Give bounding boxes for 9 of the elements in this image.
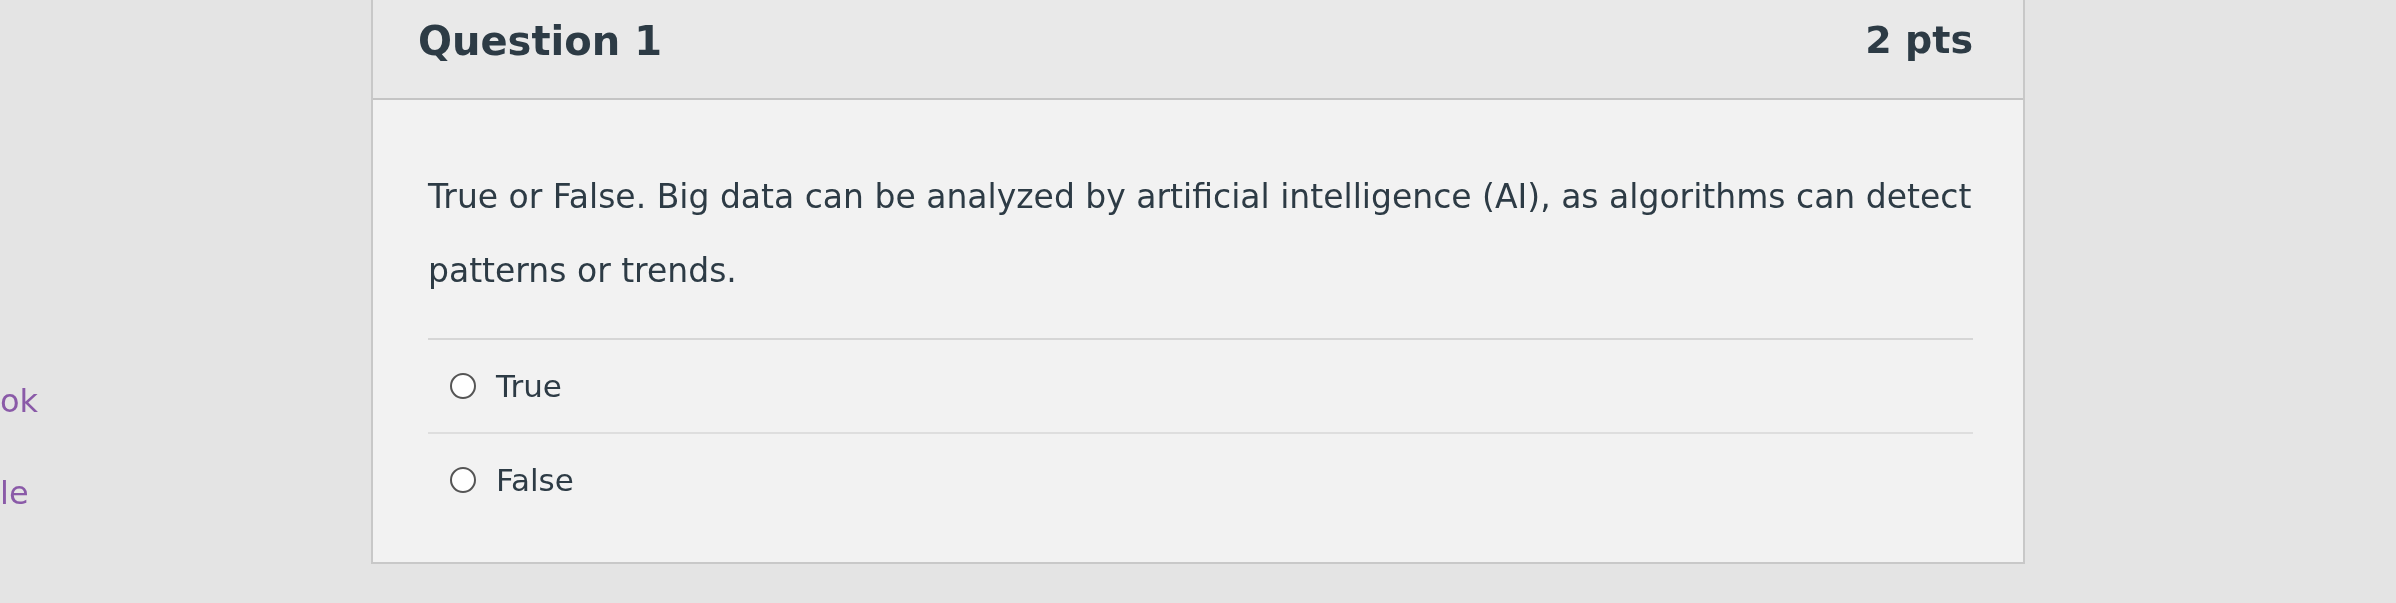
answer-option[interactable]: True bbox=[428, 340, 1973, 434]
question-text: True or False. Big data can be analyzed by artificial intelligence (AI), as algorithms can detect patterns or trends. bbox=[428, 160, 1973, 340]
sidebar-link[interactable]: le bbox=[0, 474, 29, 512]
question-title: Question 1 bbox=[418, 18, 662, 64]
sidebar-link[interactable]: ok bbox=[0, 382, 39, 420]
radio-button[interactable] bbox=[450, 467, 476, 493]
answer-option[interactable]: False bbox=[428, 434, 1973, 526]
points-label: 2 pts bbox=[1865, 18, 1973, 62]
radio-button[interactable] bbox=[450, 373, 476, 399]
